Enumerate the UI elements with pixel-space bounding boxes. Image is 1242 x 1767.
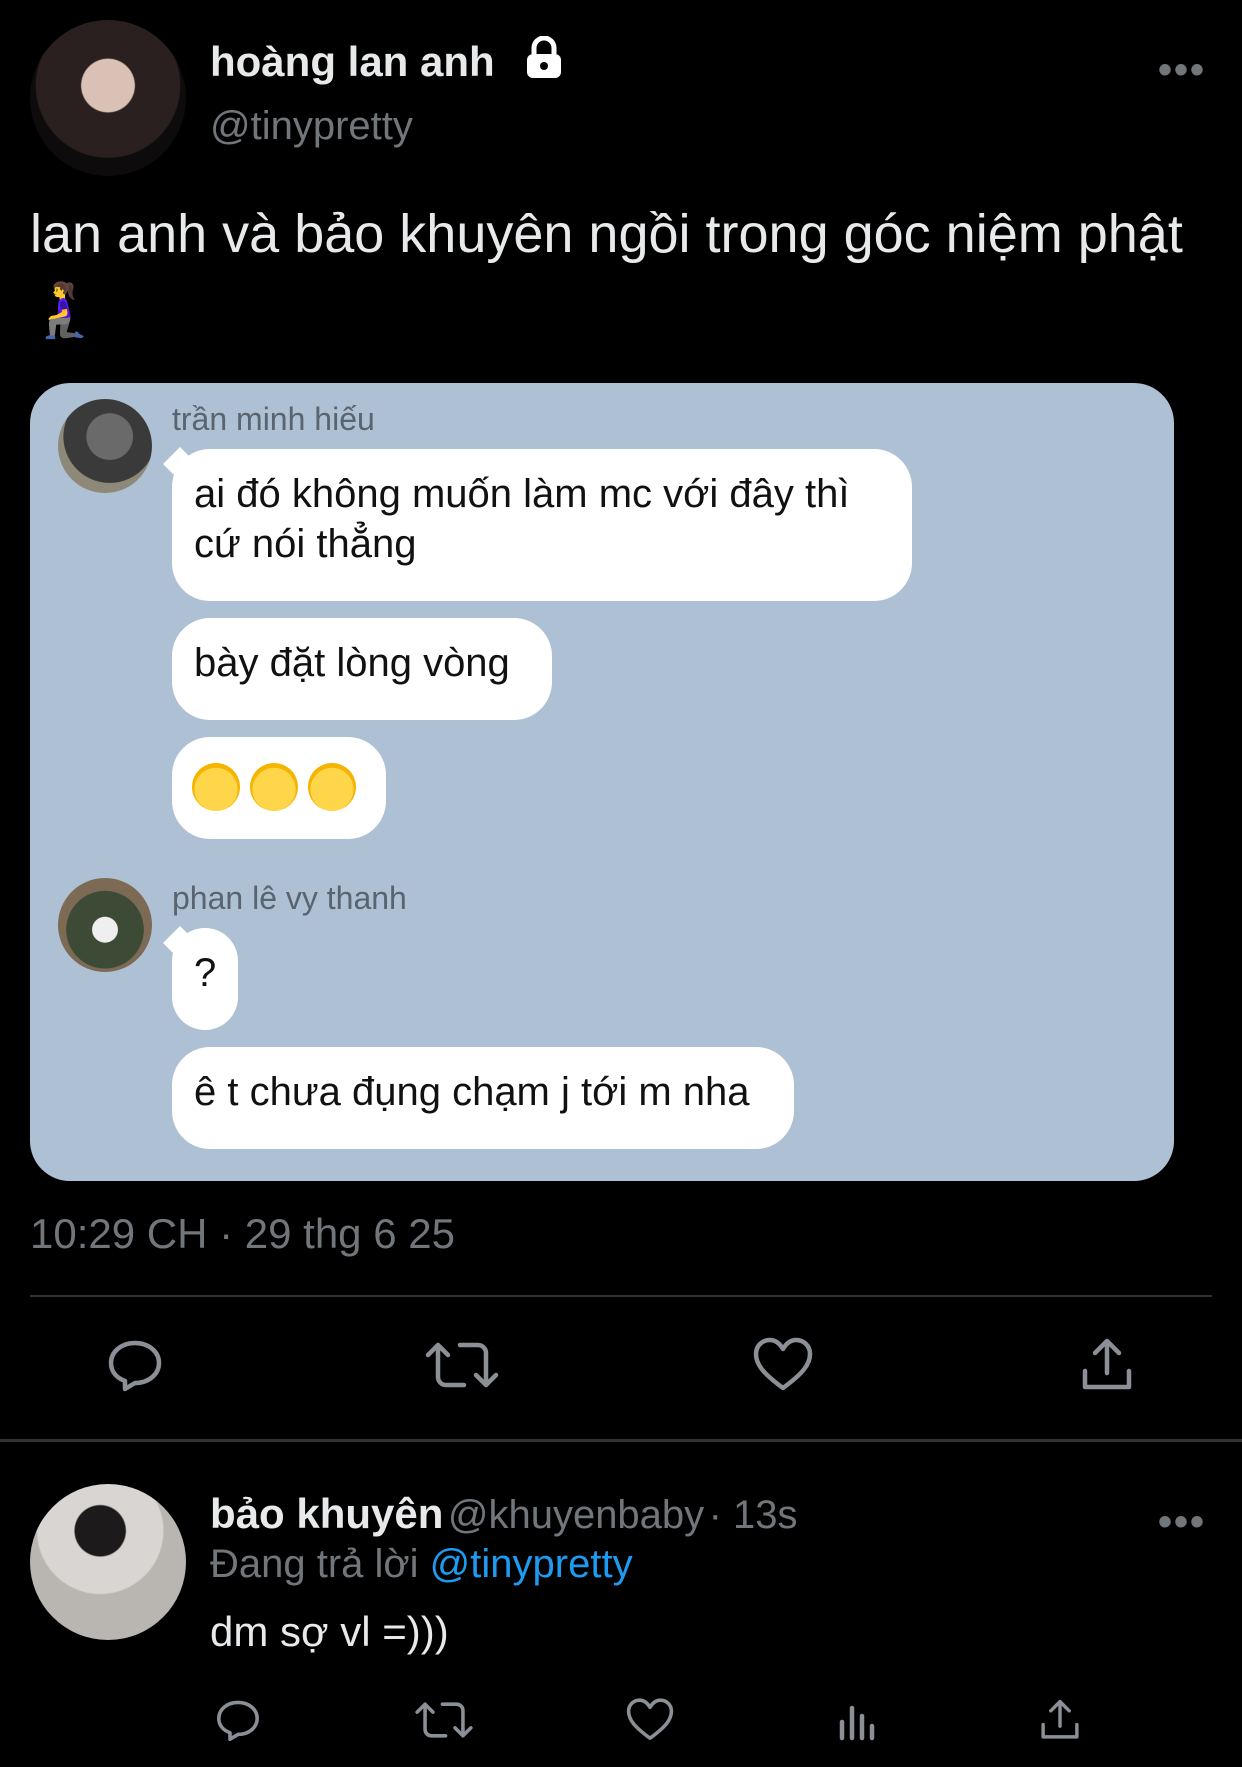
reply-header: bảo khuyên @khuyenbaby · 13s <box>210 1490 798 1538</box>
chat-avatar-2 <box>58 878 152 972</box>
divider <box>0 1439 1242 1442</box>
chat-bubble: ê t chưa đụng chạm j tới m nha <box>172 1047 794 1149</box>
retweet-icon[interactable] <box>422 1330 502 1400</box>
reply-icon[interactable] <box>100 1330 170 1400</box>
share-icon[interactable] <box>1032 1692 1088 1748</box>
sweat-smile-emoji <box>250 763 298 811</box>
reply-author-name[interactable]: bảo khuyên <box>210 1490 443 1537</box>
lock-icon <box>524 35 564 80</box>
tweet-timestamp[interactable]: 10:29 CH · 29 thg 6 25 <box>30 1210 455 1258</box>
more-icon[interactable]: ••• <box>1158 48 1206 93</box>
author-name[interactable]: hoàng lan anh <box>210 38 495 86</box>
chat-sender-2: phan lê vy thanh <box>172 880 407 916</box>
like-icon[interactable] <box>748 1330 818 1400</box>
chat-bubble: bày đặt lòng vòng <box>172 618 552 720</box>
divider <box>30 1295 1212 1297</box>
author-avatar[interactable] <box>30 20 186 176</box>
chat-sender-1: trần minh hiếu <box>172 401 375 437</box>
tweet-text: lan anh và bảo khuyên ngồi trong góc niệ… <box>30 204 1183 340</box>
replying-prefix: Đang trả lời <box>210 1542 419 1586</box>
reply-avatar[interactable] <box>30 1484 186 1640</box>
chat-bubble-emoji <box>172 737 386 839</box>
more-icon[interactable]: ••• <box>1158 1500 1206 1545</box>
chat-bubble: ai đó không muốn làm mc với đây thì cứ n… <box>172 449 912 601</box>
replying-mention[interactable]: @tinypretty <box>430 1542 633 1586</box>
author-handle[interactable]: @tinypretty <box>210 104 413 149</box>
reply-author-handle[interactable]: @khuyenbaby <box>448 1493 704 1537</box>
like-icon[interactable] <box>622 1692 678 1748</box>
views-icon[interactable] <box>830 1692 886 1748</box>
retweet-icon[interactable] <box>412 1692 476 1748</box>
reply-icon[interactable] <box>210 1692 266 1748</box>
reply-time[interactable]: · 13s <box>709 1493 798 1537</box>
reply-text: dm sợ vl =))) <box>210 1608 449 1655</box>
sweat-smile-emoji <box>192 763 240 811</box>
chat-avatar-1 <box>58 399 152 493</box>
sweat-smile-emoji <box>308 763 356 811</box>
replying-to: Đang trả lời @tinypretty <box>210 1542 633 1587</box>
share-icon[interactable] <box>1072 1330 1142 1400</box>
chat-bubble: ? <box>172 928 238 1030</box>
